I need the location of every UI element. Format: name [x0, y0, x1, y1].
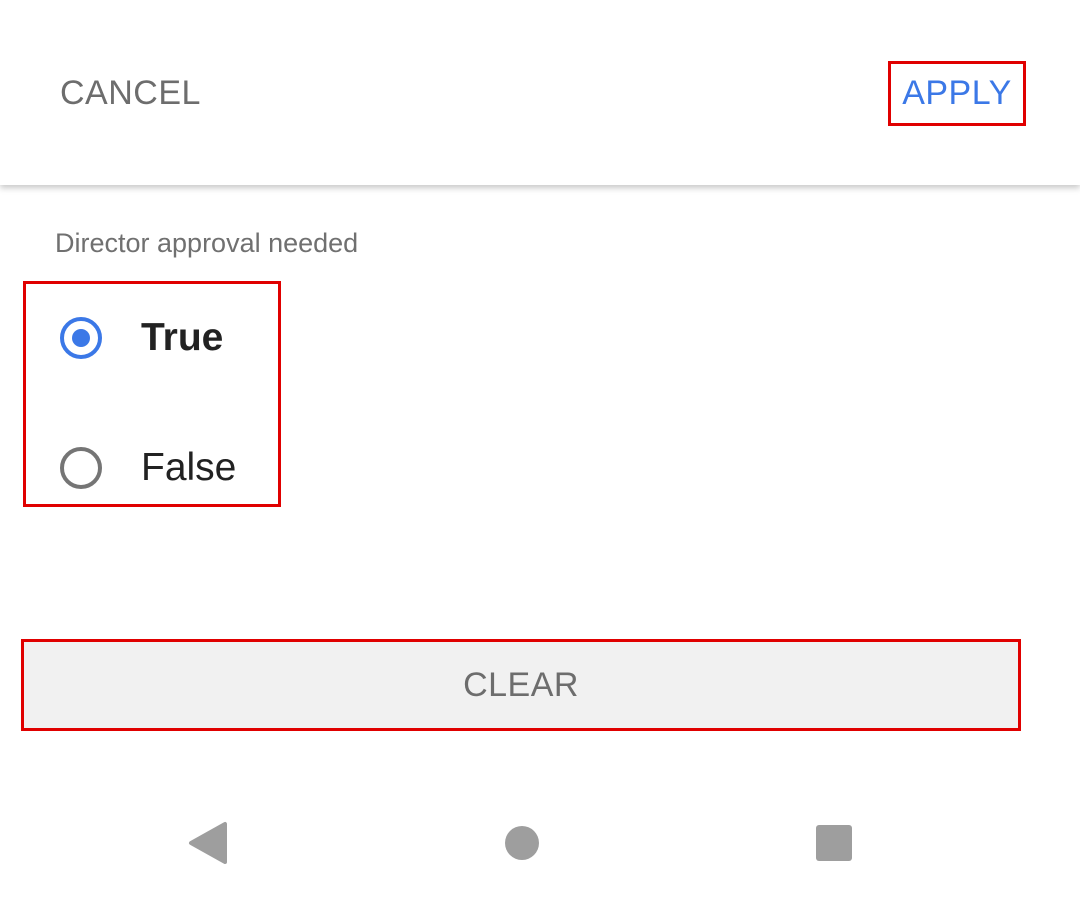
- apply-button[interactable]: APPLY: [888, 61, 1026, 126]
- filter-screen: CANCEL APPLY Director approval needed Tr…: [0, 0, 1080, 907]
- cancel-button[interactable]: CANCEL: [60, 70, 201, 116]
- home-circle-icon: [505, 826, 539, 860]
- radio-checked-icon[interactable]: [60, 317, 102, 359]
- top-action-bar: CANCEL APPLY: [0, 0, 1080, 185]
- home-button[interactable]: [497, 818, 547, 868]
- filter-section-label: Director approval needed: [55, 228, 359, 258]
- recent-apps-button[interactable]: [809, 818, 859, 868]
- approval-radio-group: True False: [23, 281, 281, 507]
- back-triangle-icon: [189, 822, 227, 864]
- recent-apps-square-icon: [816, 825, 852, 861]
- radio-option-false[interactable]: False: [26, 428, 278, 508]
- back-button[interactable]: [185, 818, 235, 868]
- radio-option-true[interactable]: True: [26, 298, 278, 378]
- radio-label-true: True: [141, 316, 224, 359]
- clear-button[interactable]: CLEAR: [21, 639, 1021, 731]
- radio-label-false: False: [141, 446, 237, 489]
- radio-unchecked-icon[interactable]: [60, 447, 102, 489]
- radio-dot: [72, 329, 90, 347]
- system-navigation-bar: [0, 790, 1080, 900]
